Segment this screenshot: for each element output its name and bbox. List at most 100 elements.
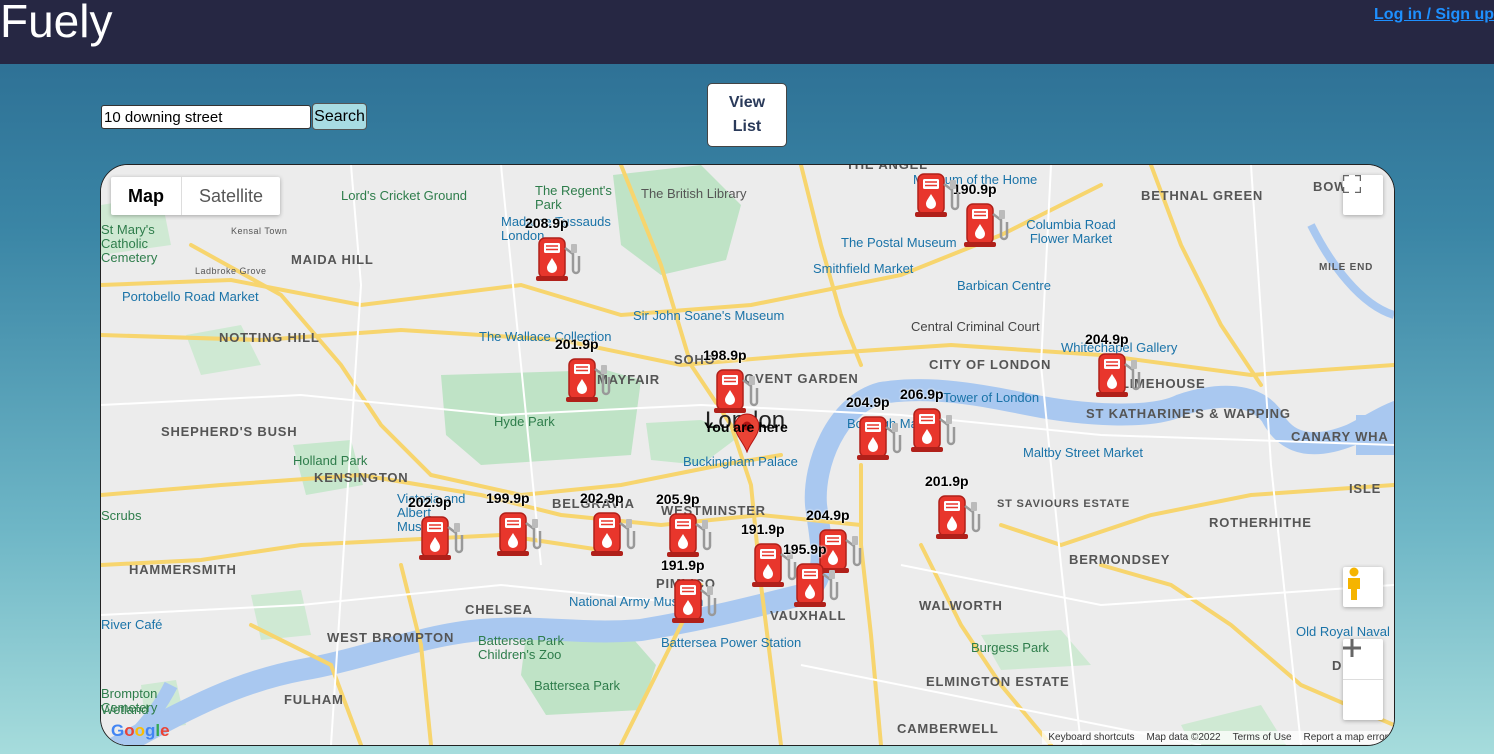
fuel-station-marker[interactable] <box>533 234 583 284</box>
fuel-pump-icon <box>936 495 981 539</box>
station-map[interactable]: Map Satellite MAIDA HILL NOTTING HILL KE… <box>100 164 1395 746</box>
map-footer: Keyboard shortcuts Map data ©2022 Terms … <box>1042 731 1394 744</box>
fuel-pump-icon <box>714 369 759 413</box>
fuel-pump-icon <box>857 416 902 460</box>
map-type-satellite-button[interactable]: Satellite <box>182 177 280 215</box>
place-label: The Regent's Park <box>535 183 612 212</box>
fuel-station-marker[interactable] <box>791 560 841 610</box>
fuel-station-marker[interactable] <box>664 510 714 560</box>
place-label: Kensal Town <box>231 226 288 236</box>
place-label: Lord's Cricket Ground <box>341 188 468 203</box>
fuel-price-label: 204.9p <box>1085 331 1129 347</box>
view-list-line2: List <box>732 118 762 135</box>
fuel-price-label: 201.9p <box>925 473 969 489</box>
place-label: Wetland <box>101 702 149 717</box>
fuel-pump-icon <box>1096 353 1141 397</box>
fuel-pump-icon <box>672 579 717 623</box>
report-map-error-link[interactable]: Report a map error <box>1304 732 1388 743</box>
place-label: Battersea Park Children's Zoo <box>478 633 564 662</box>
area-label: CHELSEA <box>465 602 533 617</box>
fuel-price-label: 202.9p <box>408 494 452 510</box>
view-list-button[interactable]: View List <box>707 83 787 147</box>
app-header: Fuely Log in / Sign up <box>0 0 1494 64</box>
zoom-control <box>1343 639 1383 720</box>
area-label: KENSINGTON <box>314 470 409 485</box>
zoom-out-button[interactable] <box>1343 646 1383 720</box>
view-list-line1: View <box>728 94 766 111</box>
fuel-price-label: 204.9p <box>846 394 890 410</box>
place-label: Scrubs <box>101 508 142 523</box>
fuel-pump-icon <box>911 408 956 452</box>
place-label: Buckingham Palace <box>683 454 798 469</box>
fullscreen-button[interactable] <box>1343 175 1383 215</box>
login-signup-link[interactable]: Log in / Sign up <box>1374 6 1494 24</box>
fuel-station-marker[interactable] <box>908 405 958 455</box>
place-label: The British Library <box>641 186 747 201</box>
area-label: ST SAVIOURS ESTATE <box>997 498 1130 510</box>
terms-of-use-link[interactable]: Terms of Use <box>1233 732 1292 743</box>
area-label: VAUXHALL <box>770 608 847 623</box>
fuel-station-marker[interactable] <box>961 200 1011 250</box>
fuel-price-label: 199.9p <box>486 490 530 506</box>
street-view-pegman[interactable] <box>1343 567 1383 607</box>
fuel-station-marker[interactable] <box>588 509 638 559</box>
area-label: BERMONDSEY <box>1069 552 1171 567</box>
fuel-pump-icon <box>667 513 712 557</box>
fuel-station-marker[interactable] <box>416 513 466 563</box>
place-label: Battersea Power Station <box>661 635 802 650</box>
fuel-price-label: 195.9p <box>783 541 827 557</box>
fuel-pump-icon <box>964 203 1009 247</box>
google-logo[interactable]: Google <box>111 721 170 741</box>
area-label: BETHNAL GREEN <box>1141 188 1264 203</box>
map-type-map-button[interactable]: Map <box>111 177 182 215</box>
area-label: ISLE <box>1349 481 1382 496</box>
area-label: SHEPHERD'S BUSH <box>161 424 298 439</box>
app-logo[interactable]: Fuely <box>0 0 112 48</box>
you-are-here-label: You are here <box>704 419 788 435</box>
fuel-price-label: 198.9p <box>703 347 747 363</box>
fuel-pump-icon <box>497 512 542 556</box>
address-search-input[interactable] <box>101 105 311 129</box>
fuel-pump-icon <box>419 516 464 560</box>
fuel-station-marker[interactable] <box>912 170 962 220</box>
area-label: WEST BROMPTON <box>327 630 455 645</box>
place-label: Smithfield Market <box>813 261 914 276</box>
area-label: MILE END <box>1319 262 1374 273</box>
fuel-pump-icon <box>794 563 839 607</box>
area-label: ROTHERHITHE <box>1209 515 1312 530</box>
keyboard-shortcuts-link[interactable]: Keyboard shortcuts <box>1048 732 1134 743</box>
place-label: Old Royal Naval <box>1296 624 1390 639</box>
area-label: FULHAM <box>284 692 344 707</box>
place-label: Ladbroke Grove <box>195 266 267 276</box>
fuel-station-marker[interactable] <box>494 509 544 559</box>
area-label: WALWORTH <box>919 598 1003 613</box>
place-label: Barbican Centre <box>957 278 1051 293</box>
place-label: Sir John Soane's Museum <box>633 308 785 323</box>
place-label: Battersea Park <box>534 678 620 693</box>
fuel-price-label: 191.9p <box>661 557 705 573</box>
fuel-price-label: 205.9p <box>656 491 700 507</box>
place-label: Burgess Park <box>971 640 1050 655</box>
fuel-station-marker[interactable] <box>711 366 761 416</box>
fuel-pump-icon <box>591 512 636 556</box>
area-label: MAIDA HILL <box>291 252 374 267</box>
place-label: Maltby Street Market <box>1023 445 1143 460</box>
fuel-station-marker[interactable] <box>1093 350 1143 400</box>
area-label: CANARY WHA <box>1291 429 1389 444</box>
fuel-station-marker[interactable] <box>563 355 613 405</box>
minus-icon <box>1343 646 1361 650</box>
fuel-pump-icon <box>915 173 960 217</box>
fuel-station-marker[interactable] <box>669 576 719 626</box>
fuel-price-label: 201.9p <box>555 336 599 352</box>
fuel-price-label: 202.9p <box>580 490 624 506</box>
fullscreen-icon <box>1343 175 1361 193</box>
area-label: HAMMERSMITH <box>129 562 237 577</box>
place-label: Central Criminal Court <box>911 319 1040 334</box>
place-label: The Postal Museum <box>841 235 957 250</box>
fuel-station-marker[interactable] <box>933 492 983 542</box>
search-button[interactable]: Search <box>312 103 367 130</box>
fuel-pump-icon <box>536 237 581 281</box>
fuel-station-marker[interactable] <box>854 413 904 463</box>
place-label: Hyde Park <box>494 414 555 429</box>
place-label: Columbia Road Flower Market <box>1026 217 1116 246</box>
